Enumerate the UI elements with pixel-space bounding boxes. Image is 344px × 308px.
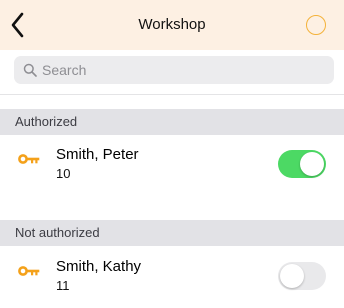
divider bbox=[0, 94, 344, 95]
key-icon bbox=[18, 266, 40, 276]
row-number: 11 bbox=[56, 278, 70, 293]
list-item[interactable]: Smith, Peter 10 bbox=[0, 142, 344, 196]
section-header-authorized: Authorized bbox=[0, 109, 344, 135]
search-icon bbox=[23, 63, 37, 77]
page-title: Workshop bbox=[138, 16, 206, 33]
toggle-knob bbox=[300, 152, 324, 176]
section-header-not-authorized: Not authorized bbox=[0, 220, 344, 246]
key-icon bbox=[18, 154, 40, 164]
circle-outline-icon[interactable] bbox=[306, 15, 326, 35]
toggle-knob bbox=[280, 264, 304, 288]
nav-bar: Workshop bbox=[0, 0, 344, 50]
row-number: 10 bbox=[56, 166, 71, 181]
search-bar: Search bbox=[0, 50, 344, 90]
row-name: Smith, Peter bbox=[56, 146, 139, 163]
authorization-toggle[interactable] bbox=[278, 262, 326, 290]
row-name: Smith, Kathy bbox=[56, 258, 142, 275]
authorization-toggle[interactable] bbox=[278, 150, 326, 178]
search-placeholder: Search bbox=[42, 62, 87, 78]
search-input[interactable]: Search bbox=[14, 56, 334, 84]
